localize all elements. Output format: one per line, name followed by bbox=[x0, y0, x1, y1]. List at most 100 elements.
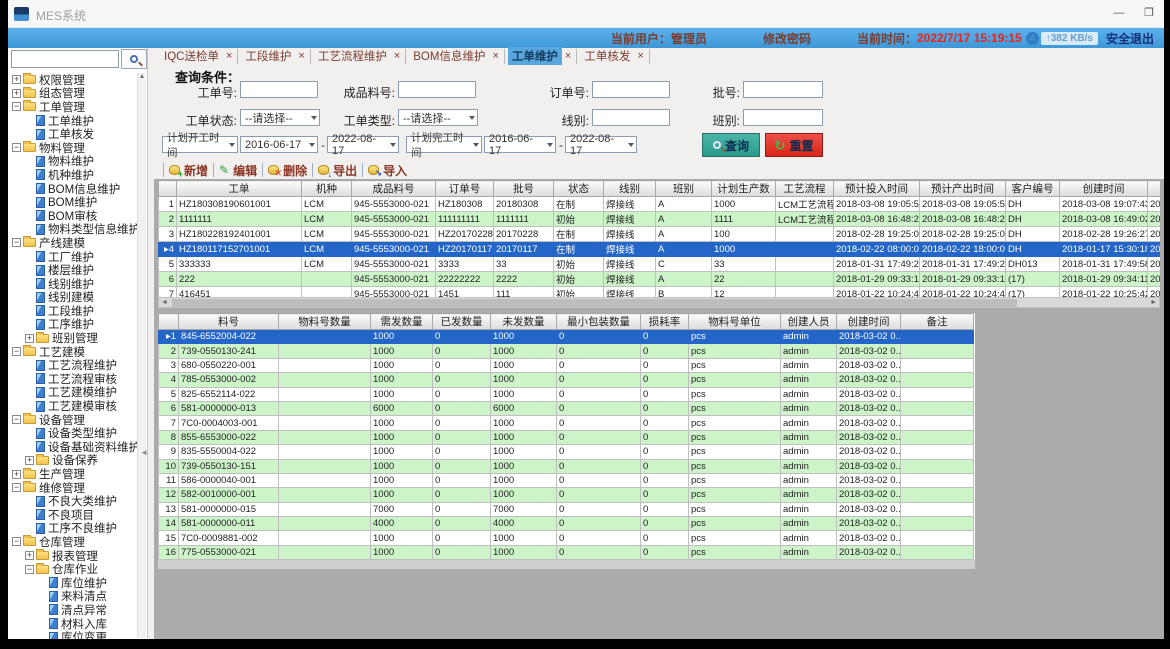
table-row[interactable]: 5333333LCM945-5553000-021333333初始焊接线C332… bbox=[159, 257, 1161, 272]
table-row[interactable]: 21111111LCM945-5553000-02111111111111111… bbox=[159, 212, 1161, 227]
table-row[interactable]: 2739-0550130-24110000100000pcsadmin2018-… bbox=[159, 344, 974, 358]
batch-no-input[interactable] bbox=[743, 81, 823, 98]
tree-item-41[interactable]: 库位变更 bbox=[10, 630, 138, 639]
table-row[interactable]: 13581-0000000-01570000700000pcsadmin2018… bbox=[159, 502, 974, 516]
table-row[interactable]: 10739-0550130-15110000100000pcsadmin2018… bbox=[159, 459, 974, 473]
table-row[interactable]: 3680-0550220-00110000100000pcsadmin2018-… bbox=[159, 358, 974, 372]
toolbar-database-import-button[interactable]: ↘导入 bbox=[368, 162, 407, 179]
start-date-from[interactable]: 2016-06-17 bbox=[240, 136, 318, 153]
reset-button[interactable]: ↻ 重置 bbox=[765, 133, 823, 157]
table-row[interactable]: 77C0-0004003-00110000100000pcsadmin2018-… bbox=[159, 416, 974, 430]
table-row[interactable]: ▸1845-6552004-02210000100000pcsadmin2018… bbox=[159, 330, 974, 344]
table-row[interactable]: 16775-0553000-02110000100000pcsadmin2018… bbox=[159, 545, 974, 559]
column-header[interactable]: 未发数量 bbox=[491, 314, 557, 330]
expand-icon[interactable]: + bbox=[12, 89, 21, 98]
column-header[interactable]: 计划生产数 bbox=[712, 181, 776, 197]
tab-4[interactable]: BOM信息维护× bbox=[409, 49, 505, 64]
finish-date-to[interactable]: 2022-08-17 bbox=[565, 136, 637, 153]
search-button[interactable]: 查询 bbox=[702, 133, 760, 157]
minimize-button[interactable]: — bbox=[1108, 4, 1130, 22]
column-header[interactable]: 损耗率 bbox=[641, 314, 689, 330]
start-time-type-select[interactable]: 计划开工时间 bbox=[162, 136, 238, 153]
column-header[interactable]: 批号 bbox=[494, 181, 554, 197]
table-row[interactable]: ▸4HZ180117152701001LCM945-5553000-021HZ2… bbox=[159, 242, 1161, 257]
tab-close-icon[interactable]: × bbox=[565, 50, 571, 62]
table-row[interactable]: 1HZ180308190601001LCM945-5553000-021HZ18… bbox=[159, 197, 1161, 212]
expand-icon[interactable]: + bbox=[25, 334, 34, 343]
finish-time-type-select[interactable]: 计划完工时间 bbox=[406, 136, 482, 153]
maximize-button[interactable]: ❐ bbox=[1138, 4, 1160, 22]
work-order-input[interactable] bbox=[240, 81, 318, 98]
tab-3[interactable]: 工艺流程维护× bbox=[314, 49, 406, 64]
column-header[interactable]: 创建人员 bbox=[781, 314, 837, 330]
table-row[interactable]: 3HZ180228192401001LCM945-5553000-021HZ20… bbox=[159, 227, 1161, 242]
column-header[interactable]: 工艺流程 bbox=[776, 181, 834, 197]
order-type-select[interactable]: --请选择-- bbox=[398, 109, 478, 126]
order-no-input[interactable] bbox=[592, 81, 670, 98]
table-row[interactable]: 11586-0000040-00110000100000pcsadmin2018… bbox=[159, 473, 974, 487]
toolbar-database-delete-button[interactable]: ✕删除 bbox=[268, 162, 307, 179]
toolbar-database-add-button[interactable]: +新增 bbox=[169, 162, 208, 179]
expand-icon[interactable]: + bbox=[25, 456, 34, 465]
order-status-select[interactable]: --请选择-- bbox=[240, 109, 320, 126]
collapse-icon[interactable]: − bbox=[12, 238, 21, 247]
column-header[interactable]: 客户编号 bbox=[1006, 181, 1060, 197]
change-password-link[interactable]: 修改密码 bbox=[763, 30, 811, 47]
tab-6[interactable]: 工单核发× bbox=[580, 49, 649, 64]
tab-2[interactable]: 工段维护× bbox=[241, 49, 310, 64]
table-row[interactable]: 14581-0000000-01140000400000pcsadmin2018… bbox=[159, 517, 974, 531]
column-header[interactable]: 物料号数量 bbox=[279, 314, 371, 330]
table-row[interactable]: 9835-5550004-02210000100000pcsadmin2018-… bbox=[159, 445, 974, 459]
column-header[interactable]: 料号 bbox=[179, 314, 279, 330]
expand-icon[interactable]: + bbox=[12, 470, 21, 479]
scroll-left-icon[interactable]: ◄ bbox=[161, 298, 168, 308]
table-row[interactable]: 6222945-5553000-021222222222222初始焊接线A222… bbox=[159, 272, 1161, 287]
product-part-input[interactable] bbox=[398, 81, 476, 98]
table-row[interactable]: 4785-0553000-00210000100000pcsadmin2018-… bbox=[159, 373, 974, 387]
column-header[interactable]: 机种 bbox=[302, 181, 352, 197]
table-row[interactable]: 5825-6552114-02210000100000pcsadmin2018-… bbox=[159, 387, 974, 401]
scrollbar-thumb[interactable] bbox=[172, 299, 1017, 307]
orders-horizontal-scrollbar[interactable]: ◄ ► bbox=[158, 297, 1160, 308]
column-header[interactable] bbox=[1148, 181, 1161, 197]
tab-close-icon[interactable]: × bbox=[226, 50, 232, 62]
materials-scrollbar[interactable] bbox=[158, 560, 975, 569]
column-header[interactable]: 物料号单位 bbox=[689, 314, 781, 330]
column-header[interactable]: 最小包装数量 bbox=[557, 314, 641, 330]
collapse-icon[interactable]: − bbox=[12, 347, 21, 356]
collapse-icon[interactable]: − bbox=[12, 537, 21, 546]
table-row[interactable]: 7416451945-5553000-0211451111初始焊接线B12201… bbox=[159, 287, 1161, 298]
table-row[interactable]: 12582-0010000-00110000100000pcsadmin2018… bbox=[159, 488, 974, 502]
expand-icon[interactable]: + bbox=[25, 551, 34, 560]
tab-1[interactable]: IQC送检单× bbox=[160, 49, 238, 64]
column-header[interactable]: 成品料号 bbox=[352, 181, 436, 197]
collapse-icon[interactable]: − bbox=[25, 565, 34, 574]
toolbar-database-export-button[interactable]: ↓导出 bbox=[318, 162, 357, 179]
column-header[interactable]: 预计产出时间 bbox=[920, 181, 1006, 197]
tab-close-icon[interactable]: × bbox=[298, 50, 304, 62]
table-row[interactable]: 8855-6553000-02210000100000pcsadmin2018-… bbox=[159, 430, 974, 444]
collapse-icon[interactable]: − bbox=[12, 143, 21, 152]
sidebar-collapse-handle[interactable]: ◄ bbox=[140, 448, 148, 457]
collapse-icon[interactable]: − bbox=[12, 102, 21, 111]
sidebar-search-input[interactable] bbox=[11, 50, 119, 68]
column-header[interactable]: 工单 bbox=[177, 181, 302, 197]
column-header[interactable]: 创建时间 bbox=[837, 314, 901, 330]
tab-close-icon[interactable]: × bbox=[492, 50, 498, 62]
sidebar-scrollbar[interactable]: ▲ bbox=[137, 73, 146, 638]
scroll-right-icon[interactable]: ► bbox=[1150, 298, 1157, 308]
tab-close-icon[interactable]: × bbox=[394, 50, 400, 62]
toolbar-edit-pencil-button[interactable]: ✎编辑 bbox=[219, 162, 257, 179]
column-header[interactable]: 状态 bbox=[554, 181, 604, 197]
column-header[interactable]: 创建时间 bbox=[1060, 181, 1148, 197]
column-header[interactable]: 需发数量 bbox=[371, 314, 433, 330]
collapse-icon[interactable]: − bbox=[12, 415, 21, 424]
start-date-to[interactable]: 2022-08-17 bbox=[327, 136, 399, 153]
table-row[interactable]: 157C0-0009881-00210000100000pcsadmin2018… bbox=[159, 531, 974, 545]
line-input[interactable] bbox=[592, 109, 670, 126]
column-header[interactable]: 线别 bbox=[604, 181, 656, 197]
collapse-icon[interactable]: − bbox=[12, 483, 21, 492]
shift-input[interactable] bbox=[743, 109, 823, 126]
finish-date-from[interactable]: 2016-06-17 bbox=[484, 136, 556, 153]
column-header[interactable]: 已发数量 bbox=[433, 314, 491, 330]
